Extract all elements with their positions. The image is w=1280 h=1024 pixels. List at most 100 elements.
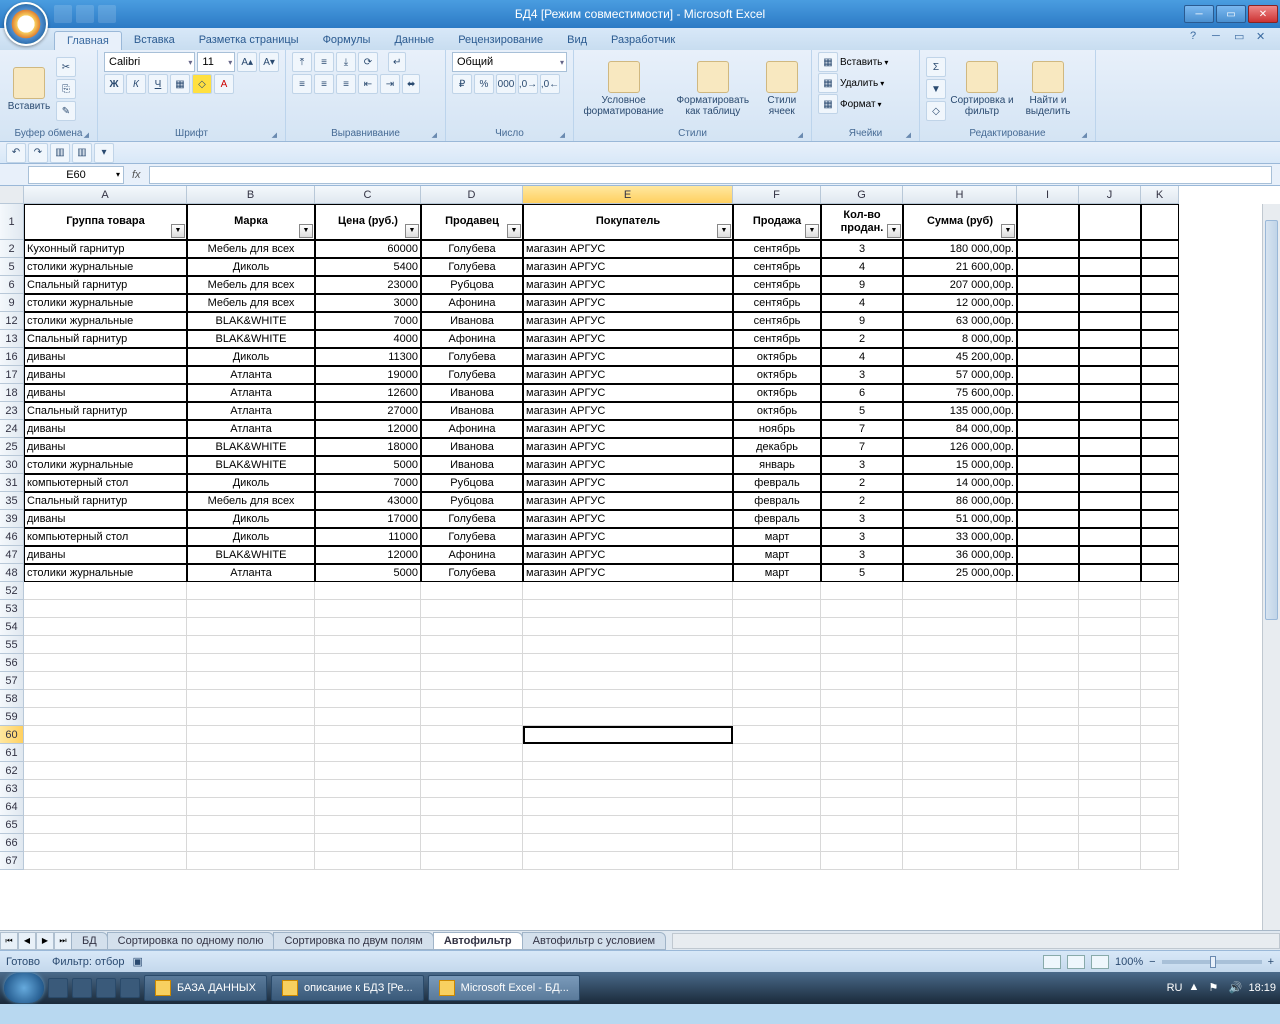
cell[interactable]: октябрь	[733, 348, 821, 366]
cell[interactable]: Голубева	[421, 258, 523, 276]
cell[interactable]	[24, 672, 187, 690]
insert-cells-label[interactable]: Вставить	[840, 57, 882, 68]
cell[interactable]: 5400	[315, 258, 421, 276]
cell[interactable]: 3	[821, 546, 903, 564]
filter-dropdown-icon[interactable]: ▼	[1001, 224, 1015, 238]
cell[interactable]	[523, 654, 733, 672]
cell[interactable]	[187, 618, 315, 636]
cell[interactable]	[733, 744, 821, 762]
row-header[interactable]: 55	[0, 636, 24, 654]
align-middle-icon[interactable]: ≡	[314, 52, 334, 72]
sort-filter-button[interactable]: Сортировка и фильтр	[950, 56, 1014, 122]
cell[interactable]: сентябрь	[733, 240, 821, 258]
cell[interactable]	[1079, 546, 1141, 564]
cell[interactable]: 5000	[315, 456, 421, 474]
cell[interactable]: ноябрь	[733, 420, 821, 438]
zoom-out-button[interactable]: −	[1149, 956, 1155, 968]
cell[interactable]	[1017, 780, 1079, 798]
cell[interactable]: магазин АРГУС	[523, 366, 733, 384]
cell[interactable]: 86 000,00р.	[903, 492, 1017, 510]
merge-icon[interactable]: ⬌	[402, 74, 420, 94]
taskbar-pin3-icon[interactable]	[96, 978, 116, 998]
cell[interactable]	[1141, 348, 1179, 366]
cell[interactable]: BLAK&WHITE	[187, 546, 315, 564]
cell[interactable]: 2	[821, 330, 903, 348]
cell[interactable]	[1017, 420, 1079, 438]
cell[interactable]: 4000	[315, 330, 421, 348]
row-header[interactable]: 30	[0, 456, 24, 474]
cell[interactable]: Голубева	[421, 528, 523, 546]
cell[interactable]: 7	[821, 420, 903, 438]
row-header[interactable]: 16	[0, 348, 24, 366]
cell[interactable]	[821, 654, 903, 672]
column-header[interactable]: D	[421, 186, 523, 204]
cut-icon[interactable]: ✂	[56, 57, 76, 77]
align-center-icon[interactable]: ≡	[314, 74, 334, 94]
cell[interactable]: диваны	[24, 420, 187, 438]
cell[interactable]	[821, 600, 903, 618]
cell[interactable]	[315, 816, 421, 834]
cell[interactable]: 23000	[315, 276, 421, 294]
cell[interactable]: Спальный гарнитур	[24, 492, 187, 510]
cell[interactable]	[1079, 564, 1141, 582]
column-header[interactable]: G	[821, 186, 903, 204]
cell[interactable]: столики журнальные	[24, 294, 187, 312]
row-header[interactable]: 18	[0, 384, 24, 402]
cell[interactable]	[1079, 420, 1141, 438]
cell[interactable]: октябрь	[733, 402, 821, 420]
sheet-tab[interactable]: Сортировка по двум полям	[273, 932, 433, 950]
cell[interactable]: Голубева	[421, 348, 523, 366]
cell[interactable]	[523, 816, 733, 834]
column-header[interactable]: A	[24, 186, 187, 204]
view-normal-icon[interactable]	[1043, 955, 1061, 969]
ribbon-tab[interactable]: Рецензирование	[446, 31, 555, 50]
cell[interactable]	[1079, 816, 1141, 834]
cell[interactable]: магазин АРГУС	[523, 348, 733, 366]
cell[interactable]	[523, 834, 733, 852]
cell[interactable]	[1141, 546, 1179, 564]
cell[interactable]	[733, 852, 821, 870]
row-header[interactable]: 61	[0, 744, 24, 762]
border-icon[interactable]: ▦	[170, 74, 190, 94]
cell[interactable]: март	[733, 528, 821, 546]
cell[interactable]	[733, 780, 821, 798]
cell[interactable]	[421, 834, 523, 852]
font-size-combo[interactable]: 11	[197, 52, 235, 72]
cell[interactable]: 3	[821, 366, 903, 384]
cell[interactable]	[1079, 762, 1141, 780]
row-header[interactable]: 24	[0, 420, 24, 438]
cell[interactable]: 2	[821, 492, 903, 510]
number-format-combo[interactable]: Общий	[452, 52, 567, 72]
cell[interactable]	[421, 600, 523, 618]
cell[interactable]	[903, 852, 1017, 870]
cell[interactable]	[1017, 636, 1079, 654]
formula-input[interactable]	[149, 166, 1272, 184]
cell[interactable]	[187, 798, 315, 816]
zoom-in-button[interactable]: +	[1268, 956, 1274, 968]
filter-dropdown-icon[interactable]: ▼	[717, 224, 731, 238]
cell[interactable]	[1141, 240, 1179, 258]
cell[interactable]: Диколь	[187, 474, 315, 492]
cell[interactable]: 11000	[315, 528, 421, 546]
cell[interactable]	[315, 636, 421, 654]
delete-cells-icon[interactable]: ▦	[818, 73, 838, 93]
horizontal-scrollbar[interactable]	[672, 933, 1280, 949]
row-header[interactable]: 17	[0, 366, 24, 384]
cell[interactable]: магазин АРГУС	[523, 240, 733, 258]
cell[interactable]: 3	[821, 528, 903, 546]
cell[interactable]	[24, 816, 187, 834]
cell[interactable]	[421, 852, 523, 870]
ribbon-tab[interactable]: Разметка страницы	[187, 31, 311, 50]
cell[interactable]	[733, 762, 821, 780]
cell[interactable]	[821, 780, 903, 798]
cell[interactable]	[1079, 834, 1141, 852]
cell[interactable]	[1017, 276, 1079, 294]
filter-dropdown-icon[interactable]: ▼	[299, 224, 313, 238]
cell[interactable]: Иванова	[421, 438, 523, 456]
select-all-button[interactable]	[0, 186, 24, 204]
cell[interactable]: 33 000,00р.	[903, 528, 1017, 546]
cell[interactable]	[903, 672, 1017, 690]
cell[interactable]: октябрь	[733, 384, 821, 402]
cell[interactable]: 2	[821, 474, 903, 492]
column-header[interactable]: J	[1079, 186, 1141, 204]
